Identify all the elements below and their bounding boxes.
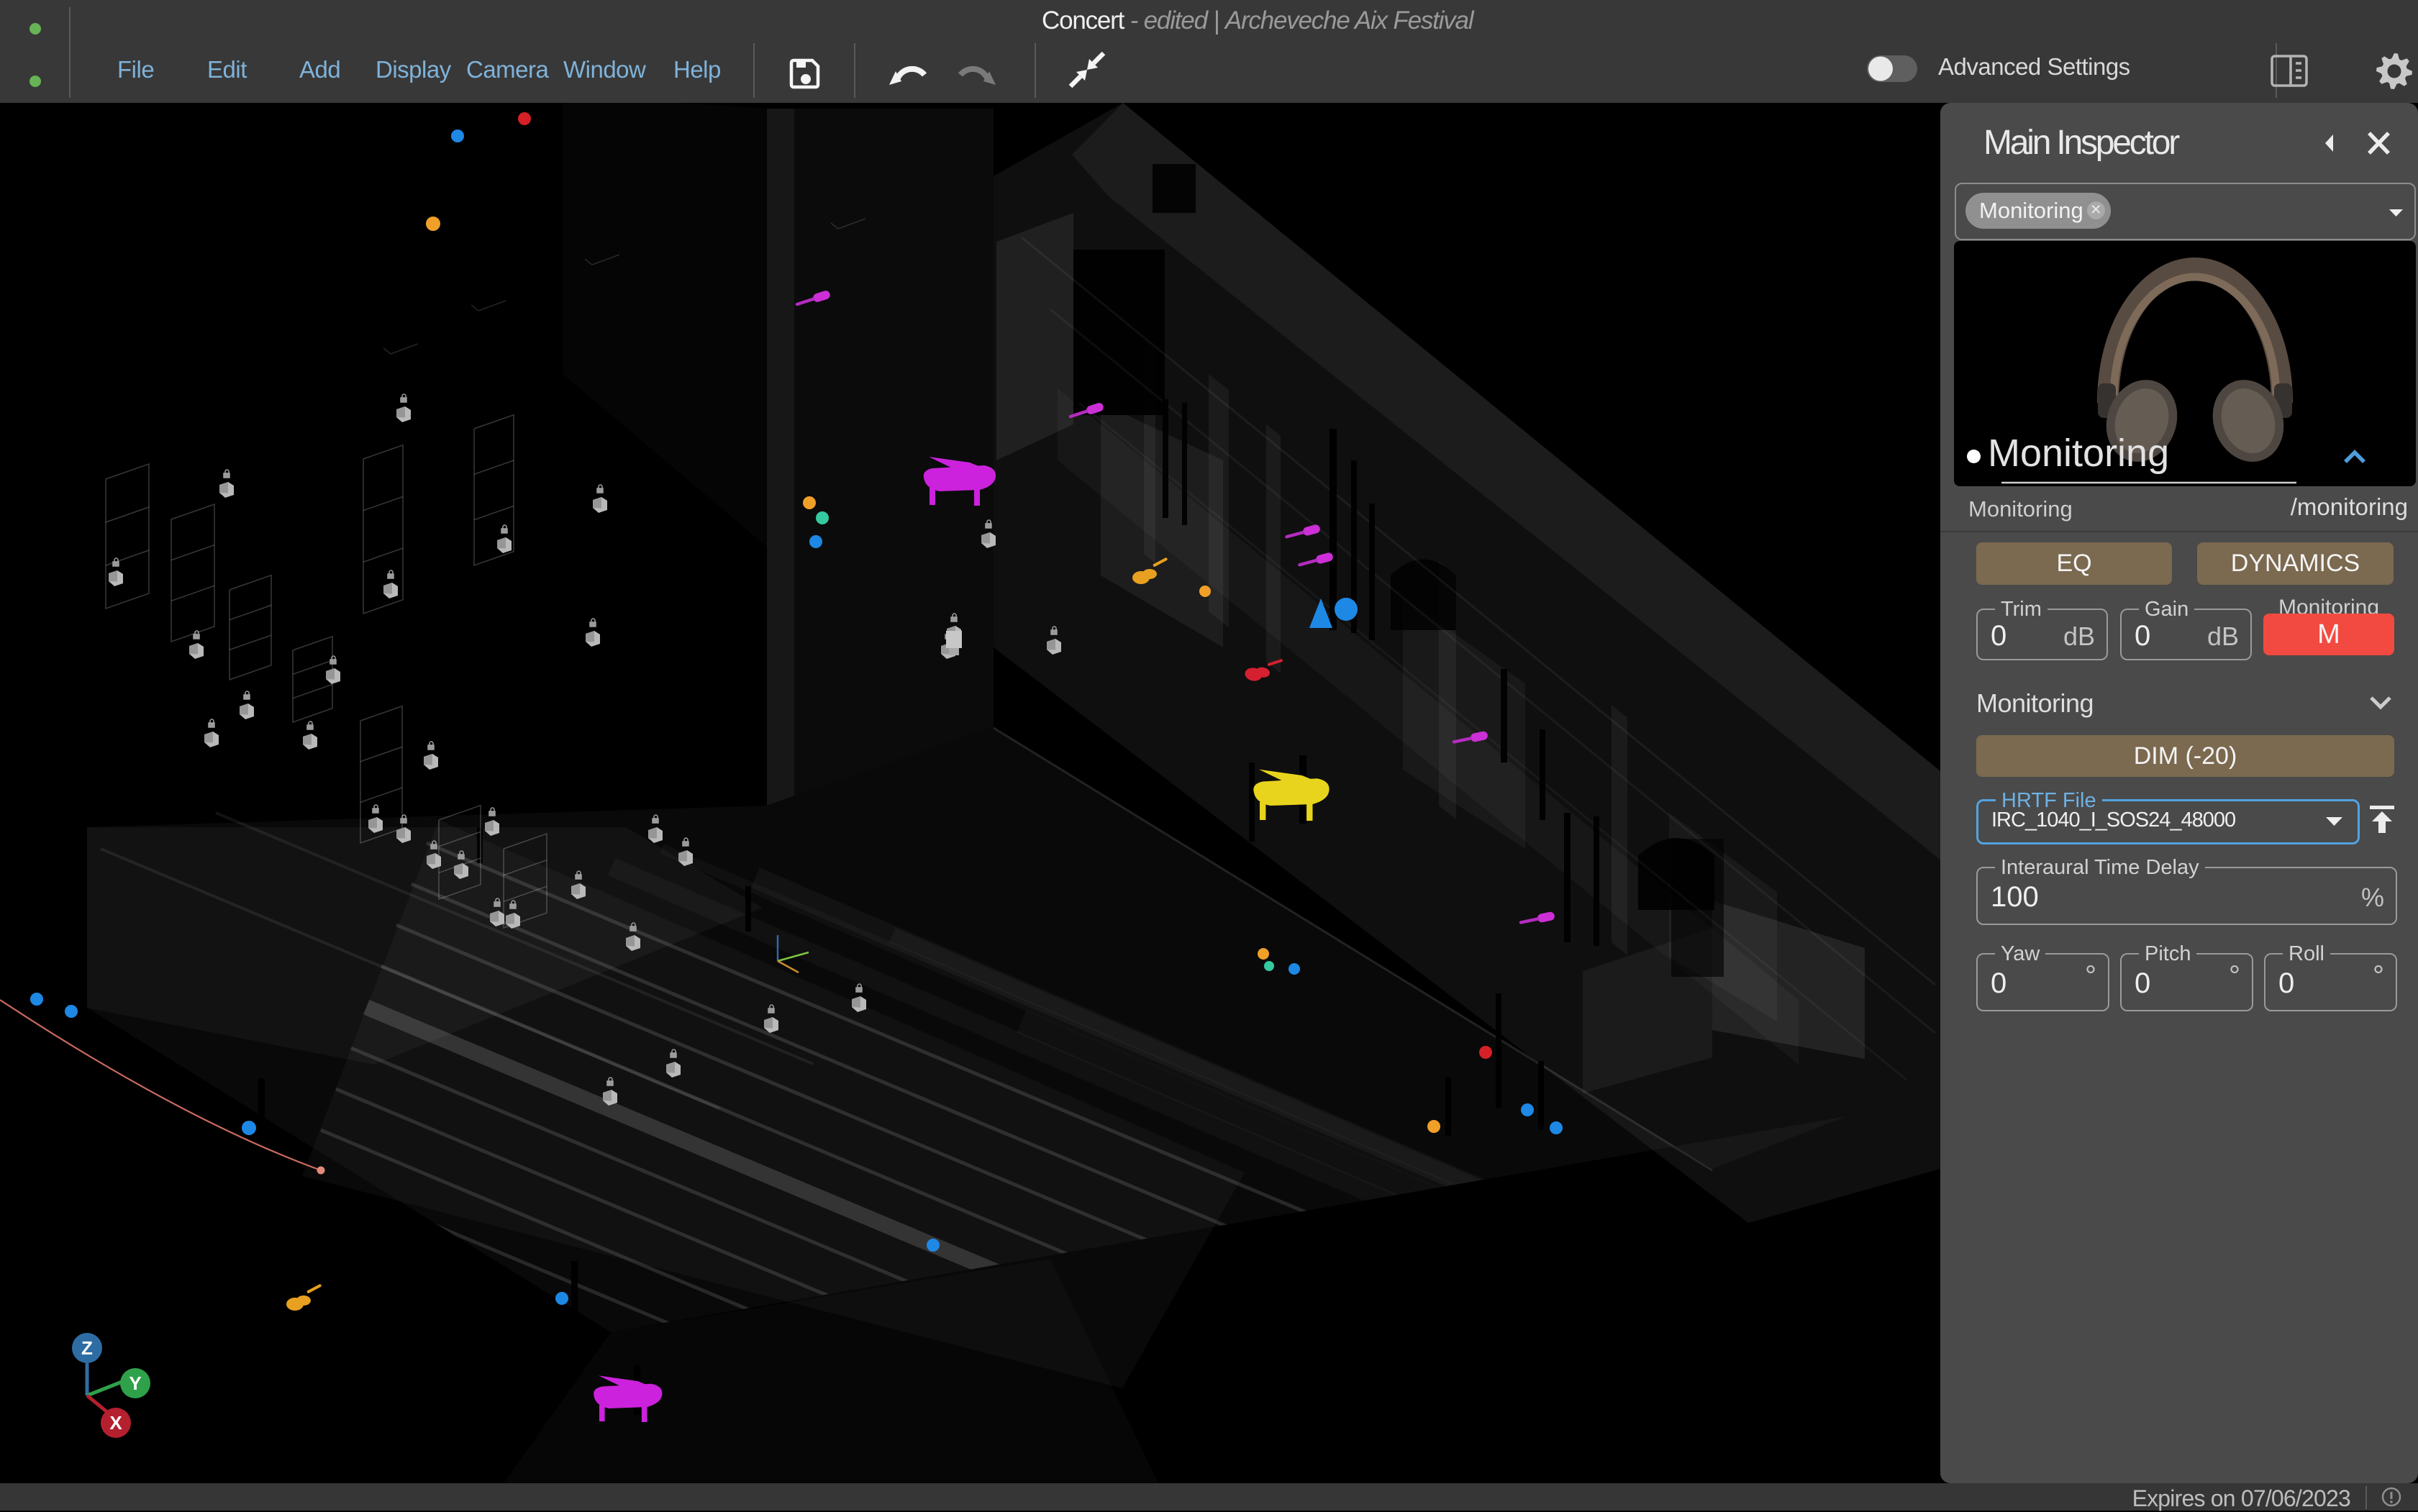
svg-text:X: X — [109, 1412, 122, 1434]
svg-text:Y: Y — [129, 1372, 141, 1394]
svg-text:Z: Z — [81, 1337, 93, 1359]
